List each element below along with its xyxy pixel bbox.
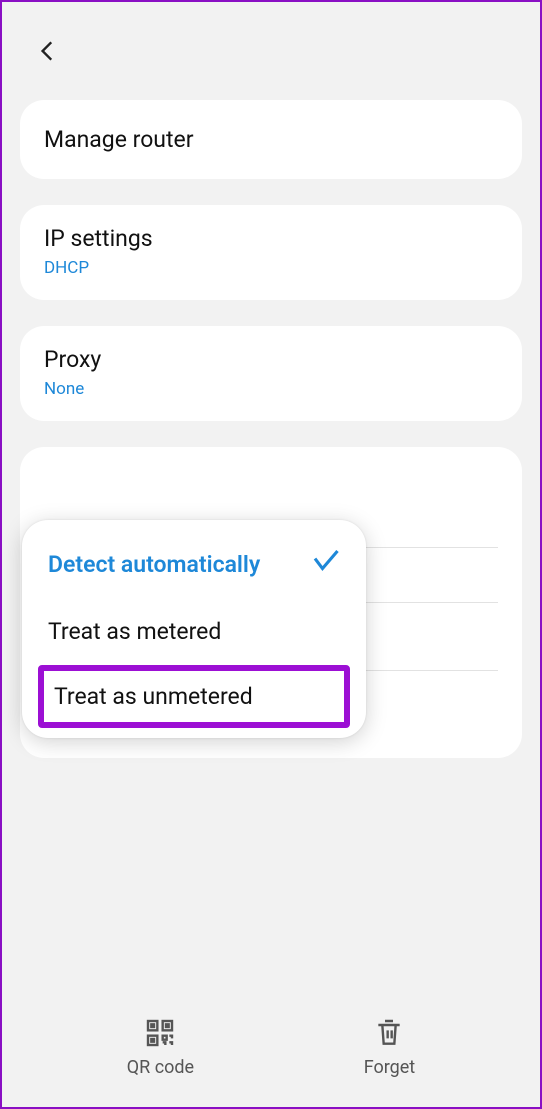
option-label: Treat as unmetered (54, 683, 253, 710)
forget-button[interactable]: Forget (364, 1017, 416, 1078)
option-label: Treat as metered (48, 618, 221, 645)
option-treat-as-metered[interactable]: Treat as metered (22, 600, 366, 663)
proxy-value: None (44, 379, 498, 399)
chevron-left-icon (35, 38, 61, 64)
option-label: Detect automatically (48, 551, 260, 578)
forget-label: Forget (364, 1057, 416, 1078)
metered-popup: Detect automatically Treat as metered Tr… (22, 520, 366, 738)
proxy-item[interactable]: Proxy None (20, 326, 522, 421)
trash-icon (373, 1017, 405, 1049)
ip-settings-item[interactable]: IP settings DHCP (20, 205, 522, 300)
check-icon (310, 546, 340, 582)
qr-code-icon (144, 1017, 176, 1049)
ip-settings-value: DHCP (44, 258, 498, 278)
manage-router-label: Manage router (44, 126, 498, 153)
proxy-label: Proxy (44, 346, 498, 373)
bottom-bar: QR code Forget (2, 997, 540, 1107)
option-detect-automatically[interactable]: Detect automatically (22, 528, 366, 600)
manage-router-item[interactable]: Manage router (20, 100, 522, 179)
ip-settings-label: IP settings (44, 225, 498, 252)
option-treat-as-unmetered[interactable]: Treat as unmetered (38, 665, 350, 728)
qr-code-label: QR code (127, 1057, 194, 1078)
qr-code-button[interactable]: QR code (127, 1017, 194, 1078)
back-button[interactable] (34, 37, 62, 65)
